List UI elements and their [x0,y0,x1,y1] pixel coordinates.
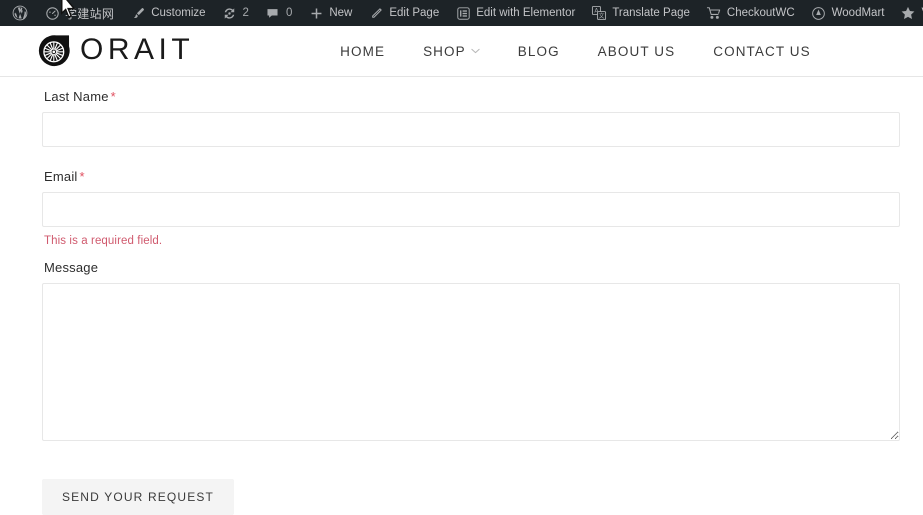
last-name-label: Last Name * [44,89,901,104]
wp-admin-bar: 学建站网 Customize 2 0 New Edit Page Edit wi… [0,0,923,26]
svg-text:文: 文 [599,12,605,20]
star-icon [900,5,916,21]
field-last-name: Last Name * [42,89,901,147]
admin-bar-updates-count: 2 [242,7,249,19]
nav-item-home[interactable]: HOME [321,38,404,65]
admin-bar-villatheme[interactable]: VillaTheme [892,0,923,26]
admin-bar-new-label: New [329,7,353,19]
required-asterisk: * [79,169,85,184]
email-input[interactable] [42,192,900,227]
nav-item-blog[interactable]: BLOG [499,38,579,65]
last-name-label-text: Last Name [44,89,109,104]
admin-bar-edit-page-label: Edit Page [389,7,440,19]
main-navigation: HOME SHOP BLOG ABOUT US CONTACT US [321,38,830,65]
elementor-icon [455,5,471,21]
admin-bar-comments-count: 0 [285,7,293,19]
email-validation-error: This is a required field. [44,235,163,247]
email-label: Email * [44,169,901,184]
site-logo[interactable]: ORAIT [37,34,194,69]
nav-item-shop[interactable]: SHOP [404,38,499,65]
admin-bar-new-content[interactable]: New [300,0,360,26]
dashboard-gauge-icon [44,5,60,21]
field-message: Message [42,260,901,441]
comment-bubble-icon [265,5,281,21]
site-header: ORAIT HOME SHOP BLOG ABOUT US CONTACT US [0,26,923,77]
nav-item-contact-us-label: CONTACT US [713,43,811,59]
email-label-text: Email [44,169,78,184]
translate-icon: A 文 [591,5,607,21]
nav-item-home-label: HOME [340,43,386,59]
admin-bar-edit-page[interactable]: Edit Page [360,0,447,26]
admin-bar-checkoutwc[interactable]: CheckoutWC [698,0,803,26]
admin-bar-updates[interactable]: 2 [214,0,257,26]
admin-bar-checkoutwc-label: CheckoutWC [726,7,795,19]
page-content: Last Name * Email * This is a required fie… [0,77,923,515]
shopping-cart-icon [706,5,722,21]
last-name-input[interactable] [42,112,900,147]
admin-bar-edit-with-elementor[interactable]: Edit with Elementor [447,0,583,26]
contact-form: Last Name * Email * This is a required fie… [0,77,923,515]
nav-item-contact-us[interactable]: CONTACT US [694,38,830,65]
admin-bar-translate-label: Translate Page [612,7,690,19]
woodmart-circle-icon [811,5,827,21]
plus-icon [308,5,324,21]
admin-bar-site-name[interactable]: 学建站网 [36,0,122,26]
turbine-wheel-icon [38,34,70,66]
nav-item-about-us-label: ABOUT US [597,43,676,59]
submit-row: SEND YOUR REQUEST [42,479,901,515]
admin-bar-customize-label: Customize [151,7,206,19]
admin-bar-customize[interactable]: Customize [122,0,213,26]
message-textarea[interactable] [42,283,900,441]
chevron-down-icon [471,48,480,54]
admin-bar-wp-logo[interactable] [4,0,36,26]
admin-bar-elementor-label: Edit with Elementor [476,7,576,19]
message-label: Message [44,260,901,275]
nav-item-blog-label: BLOG [517,43,560,59]
pencil-icon [368,5,384,21]
nav-item-shop-label: SHOP [423,43,466,59]
wordpress-logo-icon [12,5,28,21]
admin-bar-comments[interactable]: 0 [257,0,300,26]
admin-bar-translate-page[interactable]: A 文 Translate Page [583,0,698,26]
admin-bar-woodmart[interactable]: WoodMart [803,0,893,26]
site-logo-wordmark: ORAIT [80,33,195,66]
field-email: Email * This is a required field. [42,169,901,247]
required-asterisk: * [110,89,116,104]
admin-bar-site-name-label: 学建站网 [65,6,115,21]
paintbrush-icon [130,5,146,21]
nav-item-about-us[interactable]: ABOUT US [579,38,695,65]
send-your-request-button[interactable]: SEND YOUR REQUEST [42,479,235,515]
message-label-text: Message [44,260,99,275]
admin-bar-woodmart-label: WoodMart [831,7,885,19]
updates-refresh-icon [222,5,238,21]
